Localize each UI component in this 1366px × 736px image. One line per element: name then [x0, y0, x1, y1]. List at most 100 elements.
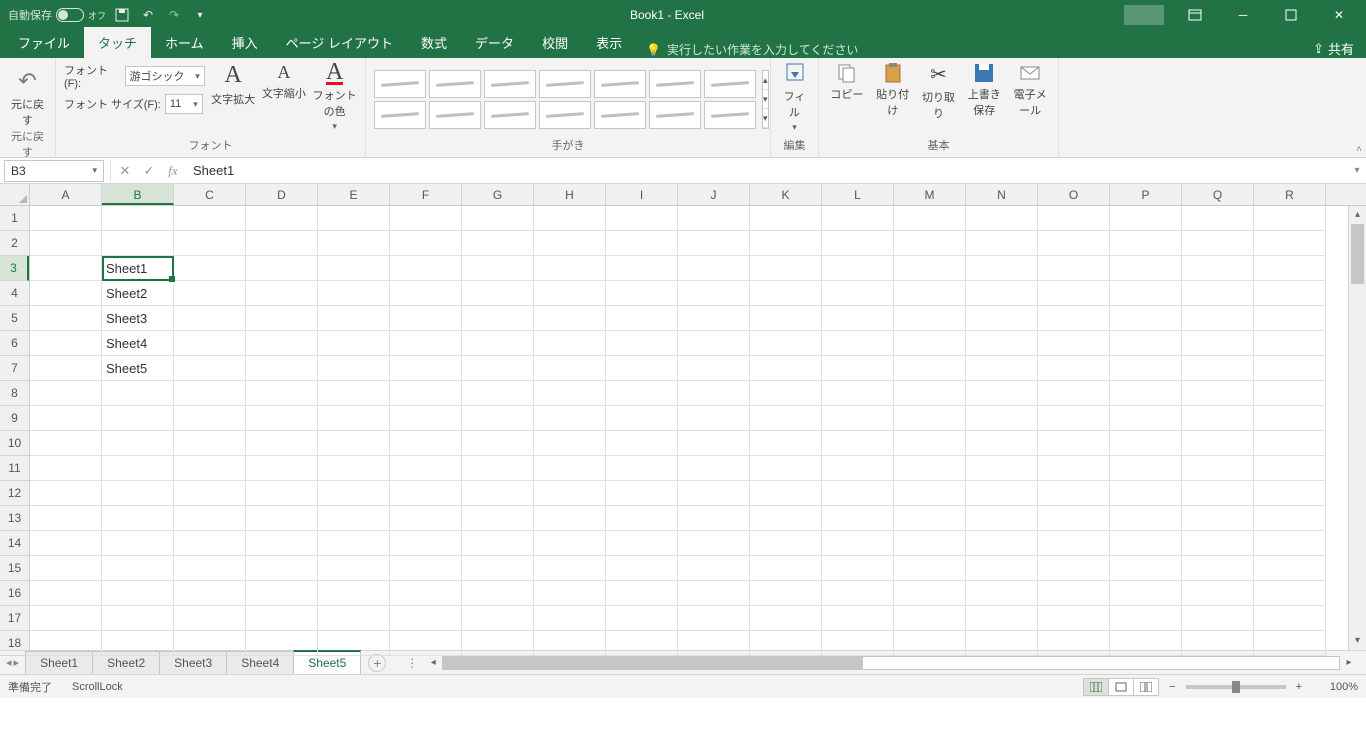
cell[interactable]: [30, 556, 102, 581]
cell[interactable]: [606, 431, 678, 456]
cell[interactable]: [246, 506, 318, 531]
cell[interactable]: [1182, 281, 1254, 306]
cell[interactable]: [462, 281, 534, 306]
cell[interactable]: [1254, 331, 1326, 356]
row-header[interactable]: 5: [0, 306, 29, 331]
cell[interactable]: [822, 331, 894, 356]
cell[interactable]: [318, 606, 390, 631]
cell[interactable]: [822, 356, 894, 381]
undo-icon[interactable]: ↶: [138, 5, 158, 25]
cell[interactable]: [30, 406, 102, 431]
column-header[interactable]: E: [318, 184, 390, 205]
cell[interactable]: [894, 531, 966, 556]
cell[interactable]: [1254, 231, 1326, 256]
cell[interactable]: [102, 381, 174, 406]
cell[interactable]: [1110, 481, 1182, 506]
expand-formula-bar-icon[interactable]: ▾: [1348, 165, 1366, 176]
cell[interactable]: [102, 406, 174, 431]
tab-review[interactable]: 校閲: [528, 27, 582, 58]
column-header[interactable]: Q: [1182, 184, 1254, 205]
cell[interactable]: [318, 506, 390, 531]
cell[interactable]: [102, 556, 174, 581]
cell[interactable]: [318, 306, 390, 331]
cell[interactable]: [1254, 381, 1326, 406]
cell[interactable]: [894, 431, 966, 456]
cell[interactable]: [174, 381, 246, 406]
cell[interactable]: [1182, 381, 1254, 406]
cell[interactable]: [606, 206, 678, 231]
cell[interactable]: [1110, 606, 1182, 631]
cell[interactable]: [678, 581, 750, 606]
cell[interactable]: [390, 506, 462, 531]
row-header[interactable]: 13: [0, 506, 29, 531]
cell[interactable]: [678, 306, 750, 331]
column-header[interactable]: A: [30, 184, 102, 205]
cell[interactable]: [1254, 531, 1326, 556]
cell[interactable]: [390, 631, 462, 656]
cell[interactable]: [894, 356, 966, 381]
cell[interactable]: [750, 356, 822, 381]
cell[interactable]: [246, 206, 318, 231]
cell[interactable]: [462, 331, 534, 356]
cell[interactable]: [462, 531, 534, 556]
cell[interactable]: [318, 456, 390, 481]
cell[interactable]: [750, 231, 822, 256]
cell[interactable]: [822, 531, 894, 556]
zoom-slider[interactable]: [1186, 685, 1286, 689]
cell[interactable]: [1182, 556, 1254, 581]
font-name-combo[interactable]: 游ゴシック▾: [125, 66, 205, 86]
add-sheet-button[interactable]: +: [368, 654, 386, 672]
cell[interactable]: Sheet1: [102, 256, 174, 281]
undo-large-icon[interactable]: ↶: [18, 68, 36, 94]
cell[interactable]: [750, 631, 822, 656]
cell[interactable]: [246, 406, 318, 431]
cell[interactable]: [390, 456, 462, 481]
cell[interactable]: [1110, 381, 1182, 406]
pen-gallery[interactable]: [374, 70, 756, 129]
cell[interactable]: [390, 281, 462, 306]
column-header[interactable]: C: [174, 184, 246, 205]
qat-customize-icon[interactable]: ▾: [190, 5, 210, 25]
cell[interactable]: [174, 631, 246, 656]
pen-swatch[interactable]: [649, 70, 701, 98]
cell[interactable]: [246, 431, 318, 456]
cell[interactable]: [390, 331, 462, 356]
cell[interactable]: [606, 606, 678, 631]
cell[interactable]: [966, 556, 1038, 581]
cell[interactable]: [246, 231, 318, 256]
cell[interactable]: [462, 481, 534, 506]
row-header[interactable]: 12: [0, 481, 29, 506]
cell[interactable]: [390, 206, 462, 231]
tab-view[interactable]: 表示: [582, 27, 636, 58]
row-header[interactable]: 17: [0, 606, 29, 631]
cell[interactable]: [462, 431, 534, 456]
cell[interactable]: [750, 531, 822, 556]
cell[interactable]: [1038, 331, 1110, 356]
cell[interactable]: [1110, 281, 1182, 306]
cell[interactable]: [1182, 631, 1254, 656]
cell[interactable]: [606, 581, 678, 606]
cell[interactable]: [390, 481, 462, 506]
vertical-scrollbar[interactable]: ▴ ▾: [1348, 206, 1366, 650]
cell[interactable]: [1254, 481, 1326, 506]
cell[interactable]: [102, 481, 174, 506]
cell[interactable]: [678, 206, 750, 231]
row-header[interactable]: 15: [0, 556, 29, 581]
cell[interactable]: [30, 531, 102, 556]
cell[interactable]: [966, 456, 1038, 481]
cell[interactable]: [822, 556, 894, 581]
cell[interactable]: [1110, 406, 1182, 431]
cell[interactable]: [678, 331, 750, 356]
cell[interactable]: [534, 206, 606, 231]
cell[interactable]: [390, 606, 462, 631]
cell[interactable]: [966, 431, 1038, 456]
cell[interactable]: [534, 331, 606, 356]
zoom-out-button[interactable]: −: [1169, 681, 1175, 693]
cell[interactable]: [822, 256, 894, 281]
cell[interactable]: [1182, 431, 1254, 456]
cell[interactable]: [318, 531, 390, 556]
cell[interactable]: [174, 406, 246, 431]
cell[interactable]: [1038, 306, 1110, 331]
cell[interactable]: [102, 506, 174, 531]
cell[interactable]: [1038, 581, 1110, 606]
